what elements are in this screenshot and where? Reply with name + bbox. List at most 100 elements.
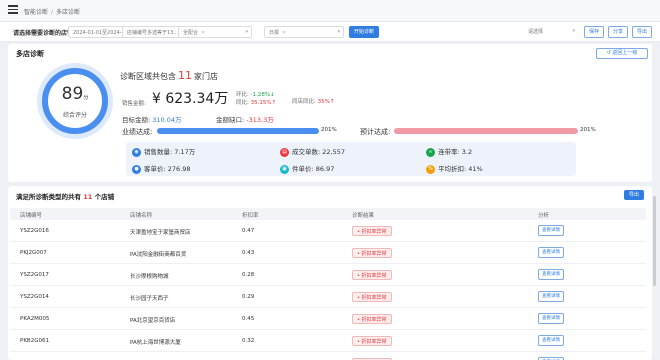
- perf-progress-track: [157, 128, 319, 134]
- stat-orders: ▤ 成交单数: 22,557: [280, 146, 345, 157]
- extra-select[interactable]: 请选择 ▾: [524, 26, 578, 38]
- headline-pre: 诊断区域共包含: [120, 72, 176, 81]
- filter-label: 请选择需要诊断的店铺:: [13, 30, 76, 37]
- forecast-progress-track: [394, 128, 578, 134]
- cell-store-name: 长沙园子天西子: [130, 296, 169, 302]
- box-icon: ◉: [132, 147, 141, 157]
- period-select[interactable]: 日报 ✕ ▾: [264, 26, 344, 38]
- result-badge: • 折扣率异常: [352, 292, 392, 302]
- order-icon: ▤: [280, 147, 289, 157]
- filter-bar: 请选择需要诊断的店铺: 2024-01-01至2024-12-24 店铺编号多选…: [0, 22, 660, 42]
- link-icon: ∞: [426, 147, 435, 157]
- col-store-code: 店铺编号: [20, 213, 43, 219]
- result-badge: • 折扣率异常: [352, 226, 392, 236]
- store-scope-select[interactable]: 店铺编号多选等于13...: [122, 26, 180, 38]
- menu-icon[interactable]: [8, 5, 18, 15]
- col-discount-rate: 折扣率: [242, 213, 259, 219]
- same-store-label: 同店同比: 35%↑: [292, 99, 335, 105]
- score-unit: 分: [83, 95, 89, 101]
- share-button[interactable]: 分享: [608, 26, 628, 38]
- perf-label: 业绩达成:: [122, 128, 153, 136]
- table-row: YSZ2G014 长沙园子天西子 0.29 • 折扣率异常 查看详情: [10, 286, 646, 308]
- brand-select[interactable]: 全配合 ✕ ▾: [178, 26, 252, 38]
- col-analysis: 分析: [538, 213, 550, 219]
- table-row: YSZ2G016 天津盈地宝于家堡商贸店 0.47 • 折扣率异常 查看详情: [10, 220, 646, 242]
- target-label: 目标金额: 310.04万: [122, 116, 182, 124]
- cell-discount-rate: 0.28: [242, 272, 255, 278]
- forecast-progress-fill: [394, 128, 578, 134]
- forecast-value: 201%: [580, 127, 596, 133]
- perf-progress-fill: [157, 128, 319, 134]
- mom-label: 环比: -1.28%↓: [236, 92, 275, 98]
- cell-discount-rate: 0.47: [242, 228, 255, 234]
- table-row: YSZ2G017 长沙摩根购物城 0.28 • 折扣率异常 查看详情: [10, 264, 646, 286]
- stat-discount: % 平均折扣: 41%: [426, 163, 483, 174]
- table-row: PKB2G061 PA杭上海世博源大厦 0.32 • 折扣率异常 查看详情: [10, 330, 646, 352]
- cell-discount-rate: 0.45: [242, 316, 255, 322]
- cell-store-name: 长沙摩根购物城: [130, 274, 169, 280]
- cell-store-code: PKB2G061: [20, 338, 49, 344]
- table-row: PKA2M005 PA北京望京百货店 0.45 • 折扣率异常 查看详情: [10, 308, 646, 330]
- target-value: 310.04万: [152, 116, 182, 124]
- gap-label: 金额缺口: -313.3万: [216, 116, 274, 124]
- cell-store-code: YSZ2G016: [20, 228, 49, 234]
- view-details-button[interactable]: 查看详情: [538, 335, 564, 346]
- cell-store-code: YSZ2G017: [20, 272, 49, 278]
- back-button[interactable]: ↺ 返回上一级: [596, 48, 648, 59]
- table-title: 满足所诊断类型的共有 11 个店铺: [16, 193, 115, 201]
- back-button-label: 返回上一级: [612, 50, 638, 56]
- breadcrumb: 智能诊断 / 多店诊断: [24, 9, 81, 16]
- same-store-value: 35%↑: [317, 99, 335, 105]
- cell-discount-rate: 0.43: [242, 250, 255, 256]
- yoy-label: 同比: 35.15%↑: [236, 100, 277, 106]
- result-badge: • 折扣率异常: [352, 314, 392, 324]
- table-count: 11: [83, 193, 93, 201]
- result-badge: • 折扣率异常: [352, 270, 392, 280]
- headline-post: 家门店: [194, 72, 218, 81]
- cell-discount-rate: 0.32: [242, 338, 255, 344]
- export-button[interactable]: 导出: [632, 26, 652, 38]
- top-bar: 智能诊断 / 多店诊断: [0, 0, 660, 22]
- stat-sales-qty: ◉ 销售数量: 7.17万: [132, 146, 195, 157]
- summary-title: 多店诊断: [16, 50, 44, 58]
- cell-store-code: PKJ2G007: [20, 250, 47, 256]
- table-export-button[interactable]: 导出: [624, 190, 644, 200]
- col-result: 诊断结果: [352, 213, 375, 219]
- yoy-value: 35.15%↑: [250, 100, 277, 106]
- store-count: 11: [178, 69, 192, 82]
- save-button[interactable]: 保存: [584, 26, 604, 38]
- view-details-button[interactable]: 查看详情: [538, 269, 564, 280]
- item-icon: ▣: [280, 164, 289, 174]
- view-details-button[interactable]: 查看详情: [538, 291, 564, 302]
- stat-item-price: ▣ 件单价: 86.97: [280, 163, 334, 174]
- cell-store-name: 天津盈地宝于家堡商贸店: [130, 230, 191, 236]
- back-icon: ↺: [606, 50, 611, 56]
- view-details-button[interactable]: 查看详情: [538, 225, 564, 236]
- score-gauge: 89分 综合评分: [42, 68, 108, 134]
- brand-select-value: 全配合: [183, 30, 199, 36]
- cell-store-name: PA北京望京百货店: [130, 318, 176, 324]
- chevron-down-icon: ▾: [337, 29, 340, 35]
- chevron-down-icon: ▾: [245, 29, 248, 35]
- perf-value: 201%: [321, 127, 337, 133]
- cell-store-code: YSZ2G014: [20, 294, 49, 300]
- table-header: [10, 208, 646, 220]
- table-row: PKB2G006PA北上海环球港店0.41• 折扣率异常查看详情: [10, 352, 646, 360]
- gap-value: -313.3万: [246, 116, 274, 124]
- headline: 诊断区域共包含 11 家门店: [120, 69, 218, 82]
- view-details-button[interactable]: 查看详情: [538, 313, 564, 324]
- start-diagnosis-button[interactable]: 开始诊断: [349, 26, 379, 38]
- view-details-button[interactable]: 查看详情: [538, 247, 564, 258]
- clear-icon[interactable]: ✕: [201, 30, 205, 36]
- breadcrumb-item-diagnosis[interactable]: 智能诊断: [24, 9, 48, 16]
- result-badge: • 折扣率异常: [352, 336, 392, 346]
- extra-select-placeholder: 请选择: [528, 29, 544, 35]
- clear-icon[interactable]: ✕: [282, 30, 286, 36]
- customer-icon: ●: [132, 164, 141, 174]
- result-badge: • 折扣率异常: [352, 248, 392, 258]
- score-value: 89: [61, 84, 84, 104]
- cell-store-code: PKA2M005: [20, 316, 50, 322]
- stat-link-rate: ∞ 连带率: 3.2: [426, 146, 472, 157]
- chevron-down-icon: ▾: [572, 28, 575, 34]
- table-scrollbar[interactable]: [652, 186, 657, 356]
